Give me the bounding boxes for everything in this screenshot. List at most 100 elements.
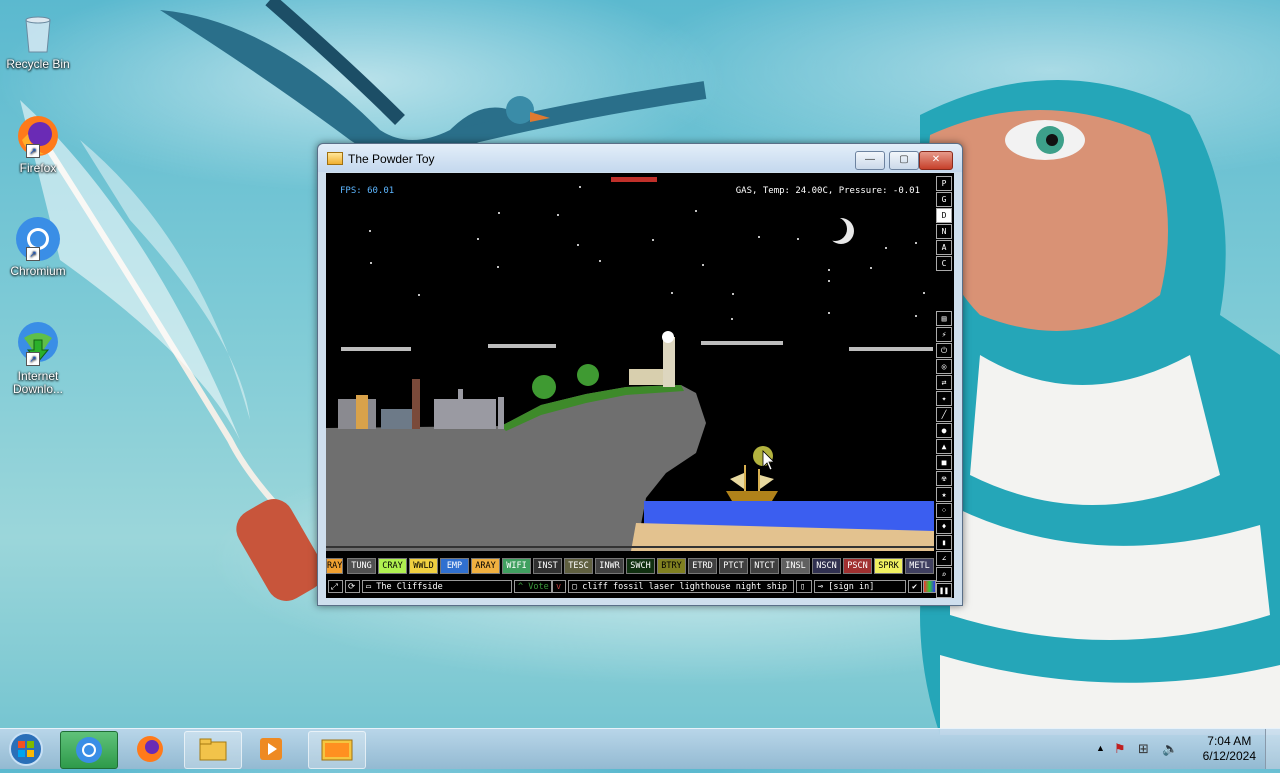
tags-field[interactable]: ▢ cliff fossil laser lighthouse night sh…	[568, 580, 794, 593]
taskbar-chromium-button[interactable]	[60, 731, 118, 769]
element-tesc[interactable]: TESC	[564, 558, 593, 574]
element-cray[interactable]: CRAY	[378, 558, 407, 574]
category-decoration-icon[interactable]: ∠	[936, 551, 952, 566]
thumbs-up-icon: ^	[518, 582, 529, 592]
new-simulation-icon[interactable]: ▯	[796, 580, 812, 593]
clock[interactable]: 7:04 AM 6/12/2024	[1203, 734, 1256, 764]
powder-toy-window[interactable]: The Powder Toy — ▢ ✕ FPS: 60.01 GAS, Tem…	[317, 143, 963, 606]
close-button[interactable]: ✕	[919, 151, 953, 170]
clock-time: 7:04 AM	[1207, 734, 1252, 748]
fps-counter: FPS: 60.01	[340, 186, 395, 196]
display-mode-decoration-button[interactable]: D	[936, 208, 952, 223]
firefox-icon	[137, 736, 163, 762]
category-solids-icon[interactable]: ■	[936, 455, 952, 470]
save-icon: ▭	[366, 582, 377, 592]
tree	[577, 364, 599, 386]
maximize-button[interactable]: ▢	[889, 151, 919, 170]
element-inwr[interactable]: INWR	[595, 558, 624, 574]
category-favorites-icon[interactable]: ▮	[936, 535, 952, 550]
element-strip: RAY TUNG CRAY WWLD EMP ARAY WIFI INST TE…	[326, 558, 936, 574]
tree	[532, 375, 556, 399]
display-mode-gravity-button[interactable]: G	[936, 192, 952, 207]
settings-checkmark-icon[interactable]: ✔	[908, 580, 922, 593]
category-powered-icon[interactable]: ⏻	[936, 343, 952, 358]
desktop-icon-chromium[interactable]: ↗ Chromium	[0, 215, 76, 278]
desktop-icon-label: Recycle Bin	[6, 57, 70, 71]
sign-in-button[interactable]: ⊸ [sign in]	[814, 580, 906, 593]
category-tools-icon[interactable]: ♦	[936, 519, 952, 534]
desktop-icon-firefox[interactable]: ↗ Firefox	[0, 112, 76, 175]
desktop-icon-label: Internet Downlo...	[12, 369, 64, 396]
category-radioactive-icon[interactable]: ☢	[936, 471, 952, 486]
clock-date: 6/12/2024	[1202, 749, 1256, 763]
category-liquids-icon[interactable]: ●	[936, 423, 952, 438]
element-wifi[interactable]: WIFI	[502, 558, 531, 574]
action-center-icon[interactable]: ⚑	[1114, 741, 1126, 757]
category-gases-icon[interactable]: ╱	[936, 407, 952, 422]
system-tray: ▲ ⚑ ⊞ 🔈 7:04 AM 6/12/2024	[1090, 729, 1280, 769]
show-desktop-button[interactable]	[1265, 729, 1280, 769]
simulation-canvas[interactable]	[326, 173, 934, 551]
category-special-icon[interactable]: ★	[936, 487, 952, 502]
sign-in-label: [sign in]	[828, 582, 875, 592]
hud-info: GAS, Temp: 24.00C, Pressure: -0.01	[735, 186, 920, 196]
category-walls-icon[interactable]: ▤	[936, 311, 952, 326]
show-hidden-icons-icon[interactable]: ▲	[1096, 743, 1105, 753]
tags-text: cliff fossil laser lighthouse night ship	[582, 582, 787, 592]
recycle-bin-icon	[14, 8, 62, 56]
file-explorer-icon	[199, 738, 227, 761]
element-pscn[interactable]: PSCN	[843, 558, 872, 574]
renderer-options-icon[interactable]	[923, 580, 936, 593]
taskbar-powder-toy-button[interactable]	[308, 731, 366, 769]
category-powders-icon[interactable]: ▲	[936, 439, 952, 454]
element-insl[interactable]: INSL	[781, 558, 810, 574]
element-btry[interactable]: BTRY	[657, 558, 686, 574]
element-wwld[interactable]: WWLD	[409, 558, 438, 574]
element-sprk[interactable]: SPRK	[874, 558, 903, 574]
taskbar-firefox-button[interactable]	[122, 731, 178, 767]
display-mode-nothing-button[interactable]: N	[936, 224, 952, 239]
media-player-icon	[260, 738, 282, 760]
taskbar-media-player-button[interactable]	[244, 731, 300, 767]
tag-icon: ▢	[572, 582, 583, 592]
display-mode-air-button[interactable]: A	[936, 240, 952, 255]
element-nscn[interactable]: NSCN	[812, 558, 841, 574]
powder-toy-icon	[321, 739, 353, 761]
desktop-icon-recycle-bin[interactable]: Recycle Bin	[0, 8, 76, 71]
element-aray[interactable]: ARAY	[471, 558, 500, 574]
element-swch[interactable]: SWCH	[626, 558, 655, 574]
display-mode-pressure-button[interactable]: P	[936, 176, 952, 191]
category-life-icon[interactable]: ⁘	[936, 503, 952, 518]
display-mode-heat-button[interactable]: C	[936, 256, 952, 271]
minimize-button[interactable]: —	[855, 151, 885, 170]
category-force-icon[interactable]: ⇄	[936, 375, 952, 390]
element-etrd[interactable]: ETRD	[688, 558, 717, 574]
desktop-icon-label: Chromium	[10, 264, 66, 278]
right-toolbar: P G D N A C ▤ ⚡ ⏻ ◎ ⇄ ✦ ╱ ● ▲ ■ ☢ ★ ⁘ ♦ …	[936, 173, 952, 598]
network-icon[interactable]: ⊞	[1138, 741, 1149, 757]
vote-down-button[interactable]: v	[552, 580, 566, 593]
open-save-icon[interactable]: ⤢	[328, 580, 343, 593]
element-ntct[interactable]: NTCT	[750, 558, 779, 574]
element-metl[interactable]: METL	[905, 558, 934, 574]
element-tung[interactable]: TUNG	[347, 558, 376, 574]
vote-up-button[interactable]: ^ Vote	[514, 580, 552, 593]
window-titlebar[interactable]: The Powder Toy — ▢ ✕	[318, 144, 962, 172]
reload-icon[interactable]: ⟳	[345, 580, 360, 593]
desktop-icon-internet-download-manager[interactable]: ↗ Internet Downlo...	[0, 320, 76, 396]
volume-muted-icon[interactable]: 🔈	[1162, 741, 1178, 757]
save-name-field[interactable]: ▭ The Cliffside	[362, 580, 512, 593]
category-explosives-icon[interactable]: ✦	[936, 391, 952, 406]
element-ray[interactable]: RAY	[326, 558, 343, 574]
element-emp[interactable]: EMP	[440, 558, 469, 574]
internet-download-manager-icon: ↗	[14, 320, 62, 368]
taskbar-explorer-button[interactable]	[184, 731, 242, 769]
chromium-icon: ↗	[14, 215, 62, 263]
category-electronics-icon[interactable]: ⚡	[936, 327, 952, 342]
element-ptct[interactable]: PTCT	[719, 558, 748, 574]
category-sensors-icon[interactable]: ◎	[936, 359, 952, 374]
firefox-icon: ↗	[14, 112, 62, 160]
start-button[interactable]	[6, 731, 46, 767]
game-client-area[interactable]: FPS: 60.01 GAS, Temp: 24.00C, Pressure: …	[326, 173, 954, 598]
element-inst[interactable]: INST	[533, 558, 562, 574]
